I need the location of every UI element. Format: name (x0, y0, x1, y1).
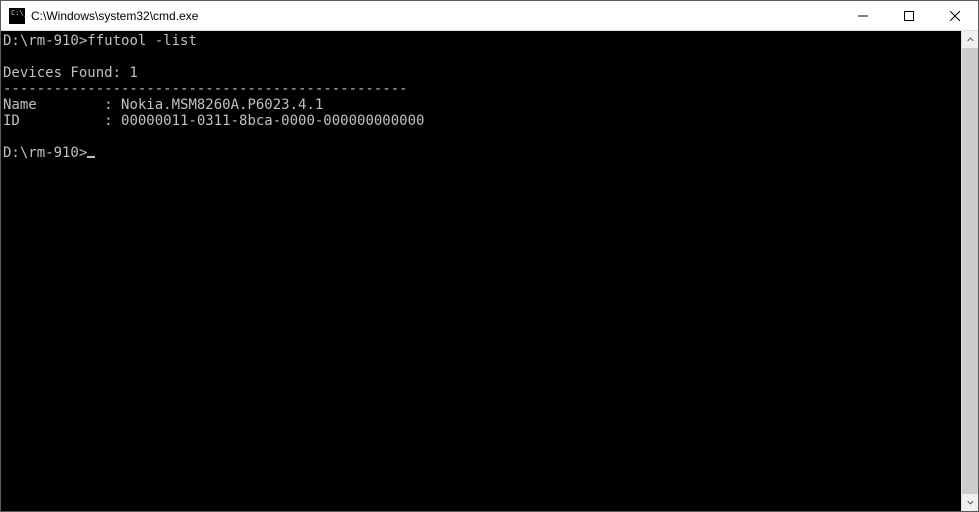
id-label: ID (3, 113, 20, 129)
cmd-window: C:\Windows\system32\cmd.exe D:\rm-910>ff… (0, 0, 979, 512)
command-text: ffutool -list (87, 33, 197, 49)
chevron-down-icon (967, 499, 974, 506)
window-controls (840, 1, 978, 30)
prompt: D:\rm-910> (3, 33, 87, 49)
maximize-icon (904, 11, 914, 21)
content-area: D:\rm-910>ffutool -list Devices Found: 1… (1, 31, 978, 511)
prompt: D:\rm-910> (3, 145, 87, 161)
scroll-thumb[interactable] (962, 48, 978, 494)
close-icon (950, 11, 960, 21)
devices-found-line: Devices Found: 1 (3, 65, 138, 81)
scroll-track[interactable] (962, 48, 978, 494)
id-value: 00000011-0311-8bca-0000-000000000000 (121, 113, 424, 129)
titlebar[interactable]: C:\Windows\system32\cmd.exe (1, 1, 978, 31)
terminal-output[interactable]: D:\rm-910>ffutool -list Devices Found: 1… (1, 31, 961, 511)
scroll-down-button[interactable] (962, 494, 978, 511)
chevron-up-icon (967, 36, 974, 43)
vertical-scrollbar[interactable] (961, 31, 978, 511)
cursor (87, 156, 95, 158)
maximize-button[interactable] (886, 1, 932, 30)
name-value: Nokia.MSM8260A.P6023.4.1 (121, 97, 323, 113)
cmd-icon (9, 8, 25, 24)
window-title: C:\Windows\system32\cmd.exe (31, 9, 840, 23)
close-button[interactable] (932, 1, 978, 30)
separator-line: ----------------------------------------… (3, 81, 408, 97)
scroll-up-button[interactable] (962, 31, 978, 48)
name-label: Name (3, 97, 37, 113)
minimize-icon (858, 11, 868, 21)
minimize-button[interactable] (840, 1, 886, 30)
